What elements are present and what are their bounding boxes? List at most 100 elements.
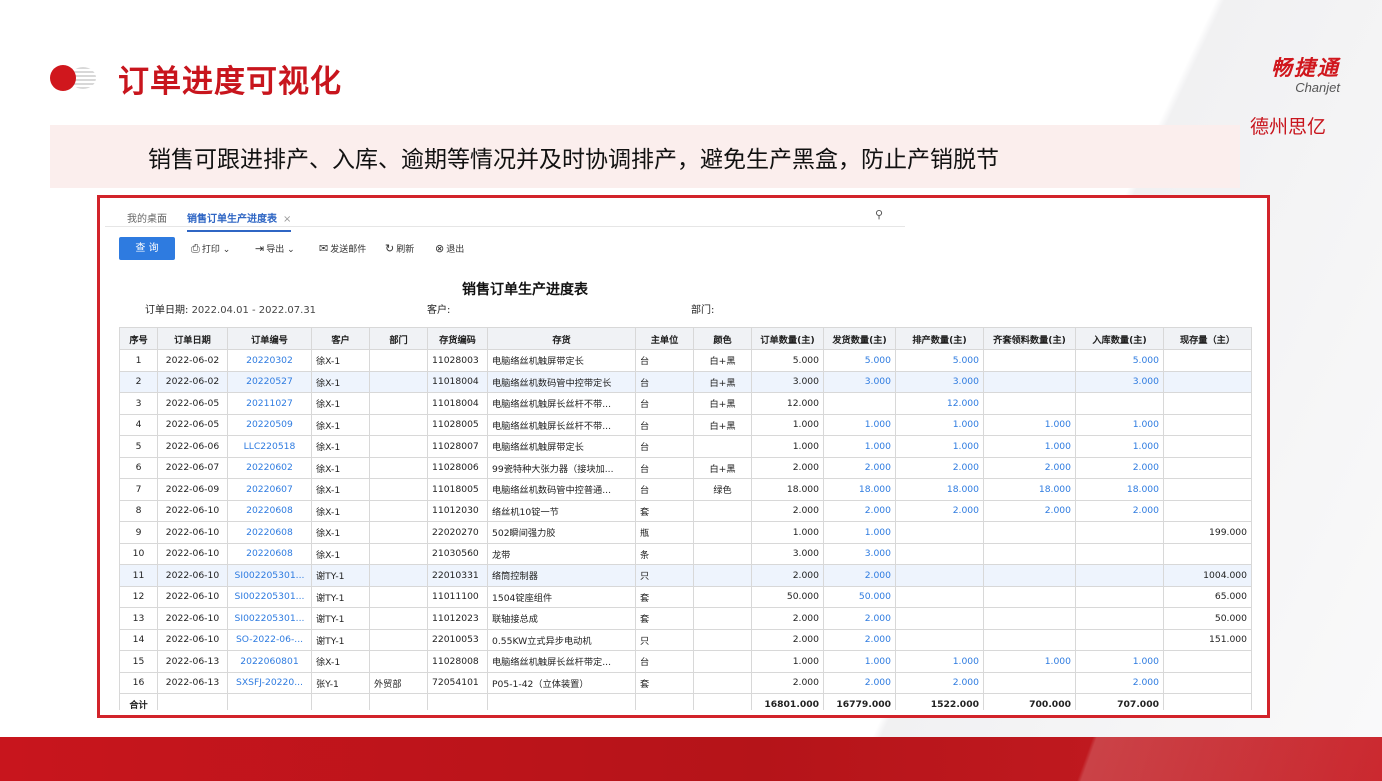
table-row[interactable]: 3 2022-06-05 20211027 徐X-1 11018004 电脑络丝机触屏长丝… xyxy=(119,392,1252,415)
table-row[interactable]: 8 2022-06-10 20220608 徐X-1 11012030 络丝机10锭一节套… xyxy=(119,499,1252,522)
table-cell[interactable]: 1.000 xyxy=(983,413,1076,436)
export-button[interactable]: ⇥ 导出 ⌄ xyxy=(255,242,295,255)
column-header[interactable]: 入库数量(主) xyxy=(1075,327,1164,350)
table-cell[interactable]: 20220608 xyxy=(227,542,312,565)
table-row[interactable]: 2 2022-06-02 20220527 徐X-1 11018004 电脑络丝机数码管中… xyxy=(119,370,1252,393)
table-row[interactable]: 15 2022-06-13 2022060801 徐X-1 11028008 电脑络丝机触… xyxy=(119,650,1252,673)
column-header[interactable]: 齐套领料数量(主) xyxy=(983,327,1076,350)
table-cell[interactable]: 1.000 xyxy=(1075,435,1164,458)
table-row[interactable]: 13 2022-06-10 SI002205301... 谢TY-1 11012023 联… xyxy=(119,607,1252,630)
table-cell[interactable]: 18.000 xyxy=(895,478,984,501)
table-cell[interactable]: LLC220518 xyxy=(227,435,312,458)
table-cell[interactable]: 12.000 xyxy=(895,392,984,415)
table-row[interactable]: 11 2022-06-10 SI002205301... 谢TY-1 22010331 络… xyxy=(119,564,1252,587)
table-row[interactable]: 4 2022-06-05 20220509 徐X-1 11028005 电脑络丝机触屏长丝… xyxy=(119,413,1252,436)
table-cell: 徐X-1 xyxy=(311,413,370,436)
column-header[interactable]: 客户 xyxy=(311,327,370,350)
table-cell[interactable]: 1.000 xyxy=(983,435,1076,458)
table-cell[interactable]: 20220608 xyxy=(227,499,312,522)
send-mail-button[interactable]: ✉ 发送邮件 xyxy=(319,242,366,255)
column-header[interactable]: 发货数量(主) xyxy=(823,327,896,350)
tab-home[interactable]: 我的桌面 xyxy=(127,210,167,225)
column-header[interactable]: 排产数量(主) xyxy=(895,327,984,350)
table-cell: 50.000 xyxy=(1163,607,1252,630)
print-button[interactable]: ⎙ 打印 ⌄ xyxy=(191,242,230,256)
column-header[interactable]: 部门 xyxy=(369,327,428,350)
table-cell[interactable]: 18.000 xyxy=(1075,478,1164,501)
table-cell[interactable]: 3.000 xyxy=(823,370,896,393)
table-cell[interactable]: 20220608 xyxy=(227,521,312,544)
table-cell[interactable]: 1.000 xyxy=(1075,413,1164,436)
table-cell[interactable]: 2.000 xyxy=(1075,456,1164,479)
table-cell[interactable]: 1.000 xyxy=(895,413,984,436)
table-cell[interactable]: 2.000 xyxy=(983,456,1076,479)
table-cell[interactable]: 2.000 xyxy=(1075,671,1164,694)
table-cell[interactable]: 2.000 xyxy=(823,628,896,651)
table-cell[interactable]: 20220607 xyxy=(227,478,312,501)
exit-button[interactable]: ⊗ 退出 xyxy=(435,242,464,255)
table-row[interactable]: 6 2022-06-07 20220602 徐X-1 11028006 99瓷特种大张力器… xyxy=(119,456,1252,479)
table-cell xyxy=(369,564,428,587)
table-cell[interactable]: 2.000 xyxy=(823,564,896,587)
column-header[interactable]: 主单位 xyxy=(635,327,694,350)
table-cell[interactable]: 1.000 xyxy=(823,413,896,436)
table-cell[interactable]: 5.000 xyxy=(1075,349,1164,372)
table-cell[interactable]: SI002205301... xyxy=(227,564,312,587)
table-row[interactable]: 12 2022-06-10 SI002205301... 谢TY-1 11011100 1… xyxy=(119,585,1252,608)
table-cell[interactable]: 2.000 xyxy=(983,499,1076,522)
table-cell[interactable]: 1.000 xyxy=(895,650,984,673)
table-cell xyxy=(895,521,984,544)
table-cell[interactable]: 3.000 xyxy=(823,542,896,565)
close-icon[interactable]: × xyxy=(283,214,291,225)
table-cell[interactable]: 1.000 xyxy=(823,435,896,458)
table-cell[interactable]: 20220302 xyxy=(227,349,312,372)
table-cell[interactable]: 20211027 xyxy=(227,392,312,415)
table-cell[interactable]: 20220602 xyxy=(227,456,312,479)
table-cell[interactable]: 18.000 xyxy=(823,478,896,501)
table-cell[interactable]: 3.000 xyxy=(895,370,984,393)
table-cell[interactable]: 1.000 xyxy=(983,650,1076,673)
table-cell[interactable]: 20220509 xyxy=(227,413,312,436)
table-cell[interactable]: 2.000 xyxy=(895,456,984,479)
table-row[interactable]: 9 2022-06-10 20220608 徐X-1 22020270 502瞬间强力胶瓶… xyxy=(119,521,1252,544)
column-header[interactable]: 现存量（主） xyxy=(1163,327,1252,350)
column-header[interactable]: 存货 xyxy=(487,327,636,350)
column-header[interactable]: 颜色 xyxy=(693,327,752,350)
table-cell[interactable]: 50.000 xyxy=(823,585,896,608)
table-cell[interactable]: 5.000 xyxy=(823,349,896,372)
table-cell[interactable]: 1.000 xyxy=(895,435,984,458)
table-row[interactable]: 16 2022-06-13 SXSFJ-20220... 张Y-1 外贸部 7205410… xyxy=(119,671,1252,694)
column-header[interactable]: 存货编码 xyxy=(427,327,488,350)
table-cell[interactable]: 2.000 xyxy=(895,499,984,522)
query-button[interactable]: 查 询 xyxy=(119,237,175,260)
table-cell[interactable]: 20220527 xyxy=(227,370,312,393)
table-cell[interactable]: 5.000 xyxy=(895,349,984,372)
search-icon[interactable]: ⚲ xyxy=(875,208,883,221)
table-cell[interactable]: 2.000 xyxy=(823,607,896,630)
table-cell[interactable]: 1.000 xyxy=(823,521,896,544)
table-cell[interactable]: 1.000 xyxy=(823,650,896,673)
column-header[interactable]: 序号 xyxy=(119,327,158,350)
table-cell[interactable]: 2.000 xyxy=(823,456,896,479)
table-cell[interactable]: 2.000 xyxy=(1075,499,1164,522)
column-header[interactable]: 订单数量(主) xyxy=(751,327,824,350)
table-row[interactable]: 7 2022-06-09 20220607 徐X-1 11018005 电脑络丝机数码管中… xyxy=(119,478,1252,501)
table-cell[interactable]: SI002205301... xyxy=(227,585,312,608)
table-cell[interactable]: SO-2022-06-... xyxy=(227,628,312,651)
table-cell[interactable]: 3.000 xyxy=(1075,370,1164,393)
table-cell[interactable]: 2022060801 xyxy=(227,650,312,673)
table-cell[interactable]: SXSFJ-20220... xyxy=(227,671,312,694)
table-cell[interactable]: 18.000 xyxy=(983,478,1076,501)
table-row[interactable]: 1 2022-06-02 20220302 徐X-1 11028003 电脑络丝机触屏带定… xyxy=(119,349,1252,372)
table-row[interactable]: 10 2022-06-10 20220608 徐X-1 21030560 龙带条 3.000… xyxy=(119,542,1252,565)
table-row[interactable]: 5 2022-06-06 LLC220518 徐X-1 11028007 电脑络丝机触屏带… xyxy=(119,435,1252,458)
column-header[interactable]: 订单编号 xyxy=(227,327,312,350)
table-cell[interactable]: 2.000 xyxy=(823,499,896,522)
table-cell[interactable]: SI002205301... xyxy=(227,607,312,630)
table-row[interactable]: 14 2022-06-10 SO-2022-06-... 谢TY-1 22010053 0… xyxy=(119,628,1252,651)
table-cell[interactable]: 2.000 xyxy=(895,671,984,694)
table-cell[interactable]: 1.000 xyxy=(1075,650,1164,673)
refresh-button[interactable]: ↻ 刷新 xyxy=(385,242,414,255)
column-header[interactable]: 订单日期 xyxy=(157,327,228,350)
table-cell[interactable]: 2.000 xyxy=(823,671,896,694)
